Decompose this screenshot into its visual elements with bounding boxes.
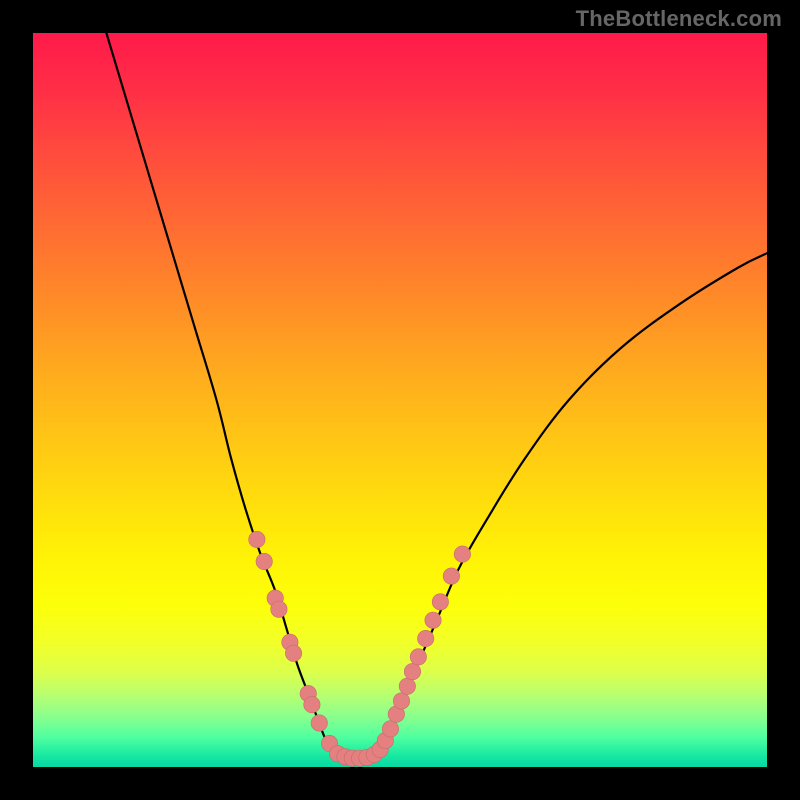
data-marker — [382, 721, 398, 737]
chart-svg — [33, 33, 767, 767]
data-marker — [304, 696, 320, 712]
data-marker — [285, 645, 301, 661]
data-marker — [271, 601, 287, 617]
data-marker — [399, 678, 415, 694]
data-marker — [410, 649, 426, 665]
data-marker — [249, 531, 265, 547]
curve-right-arm — [378, 253, 767, 756]
curve-left-arm — [106, 33, 337, 756]
data-marker — [393, 693, 409, 709]
plot-area — [33, 33, 767, 767]
data-marker — [311, 715, 327, 731]
data-marker — [454, 546, 470, 562]
watermark-label: TheBottleneck.com — [576, 6, 782, 32]
data-marker — [256, 553, 272, 569]
curve-group — [106, 33, 767, 758]
data-marker — [404, 663, 420, 679]
data-marker — [425, 612, 441, 628]
data-marker — [417, 630, 433, 646]
marker-group — [249, 531, 471, 766]
data-marker — [443, 568, 459, 584]
chart-stage: TheBottleneck.com — [0, 0, 800, 800]
data-marker — [432, 594, 448, 610]
